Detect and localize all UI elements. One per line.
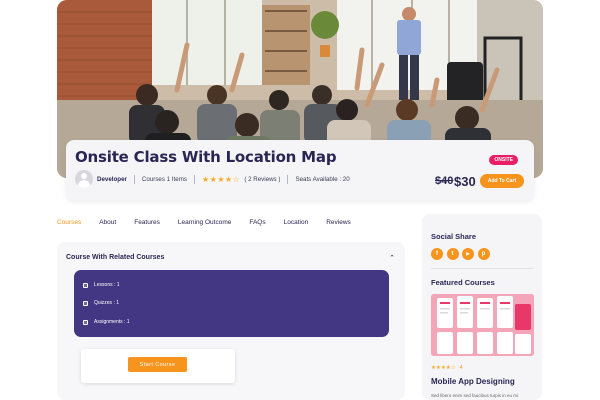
rating-stars: ★★★★☆: [201, 174, 241, 184]
course-header-card: Onsite Class With Location Map ONSITE De…: [66, 140, 534, 200]
featured-course-title[interactable]: Mobile App Designing: [431, 377, 515, 386]
youtube-icon[interactable]: ▶: [462, 248, 474, 260]
chevron-up-icon[interactable]: ⌃: [389, 254, 395, 262]
social-share-heading: Social Share: [431, 232, 477, 241]
tab-location[interactable]: Location: [284, 219, 309, 226]
start-course-button[interactable]: Start Course: [128, 357, 187, 372]
meta-divider: [193, 174, 195, 184]
course-title: Onsite Class With Location Map: [75, 148, 337, 166]
featured-rating: ★★★★☆ 4: [431, 365, 463, 371]
meta-divider: [133, 174, 135, 184]
rating-stars: ★★★★☆: [431, 365, 456, 371]
course-summary-box: Lessons : 1 Quizzes : 1 Assignments : 1: [74, 270, 389, 337]
checkbox-icon: [83, 282, 88, 288]
tab-faqs[interactable]: FAQs: [249, 219, 265, 226]
course-items: Courses 1 Items: [141, 175, 187, 183]
author-name[interactable]: Developer: [97, 176, 127, 183]
start-course-card: Start Course: [81, 349, 235, 383]
featured-course-description: Sed libero enim sed faucibus turpis in e…: [431, 393, 519, 398]
app-screens-image: [431, 294, 534, 356]
tab-reviews[interactable]: Reviews: [326, 219, 351, 226]
list-item: Quizzes : 1: [83, 300, 119, 306]
list-item: Lessons : 1: [83, 282, 120, 288]
twitter-icon[interactable]: t: [446, 248, 459, 260]
current-price: $30: [454, 174, 476, 189]
quizzes-count: Quizzes : 1: [94, 300, 120, 306]
lessons-count: Lessons : 1: [94, 282, 120, 288]
course-content-panel: Course With Related Courses ⌃ Lessons : …: [57, 242, 405, 400]
meta-divider: [287, 174, 289, 184]
sidebar: Social Share f t ▶ p Featured Courses ★★…: [422, 214, 542, 400]
assignments-count: Assignments : 1: [94, 319, 130, 325]
checkbox-icon: [83, 319, 88, 325]
divider: [431, 268, 533, 269]
course-meta: Developer Courses 1 Items ★★★★☆ ( 2 Revi…: [75, 170, 350, 188]
featured-courses-heading: Featured Courses: [431, 278, 495, 287]
tab-about[interactable]: About: [99, 219, 116, 226]
avatar[interactable]: [75, 170, 93, 188]
tab-courses[interactable]: Courses: [57, 219, 81, 226]
facebook-icon[interactable]: f: [431, 248, 443, 260]
tab-learning-outcome[interactable]: Learning Outcome: [178, 219, 231, 226]
course-tabs: Courses About Features Learning Outcome …: [57, 219, 369, 226]
social-share-icons: f t ▶ p: [431, 248, 493, 260]
accordion-title[interactable]: Course With Related Courses: [66, 254, 164, 261]
seats-available: Seats Available : 20: [295, 175, 350, 183]
review-count[interactable]: ( 2 Reviews ): [244, 176, 280, 183]
rating-value: 4: [459, 365, 463, 371]
pinterest-icon[interactable]: p: [477, 248, 490, 260]
add-to-cart-button[interactable]: Add To Cart: [480, 174, 524, 188]
onsite-badge: ONSITE: [489, 155, 518, 165]
checkbox-icon: [83, 300, 88, 306]
list-item: Assignments : 1: [83, 319, 130, 325]
old-price: $40: [435, 175, 454, 187]
tab-features[interactable]: Features: [134, 219, 160, 226]
featured-course-thumbnail[interactable]: [431, 294, 534, 356]
